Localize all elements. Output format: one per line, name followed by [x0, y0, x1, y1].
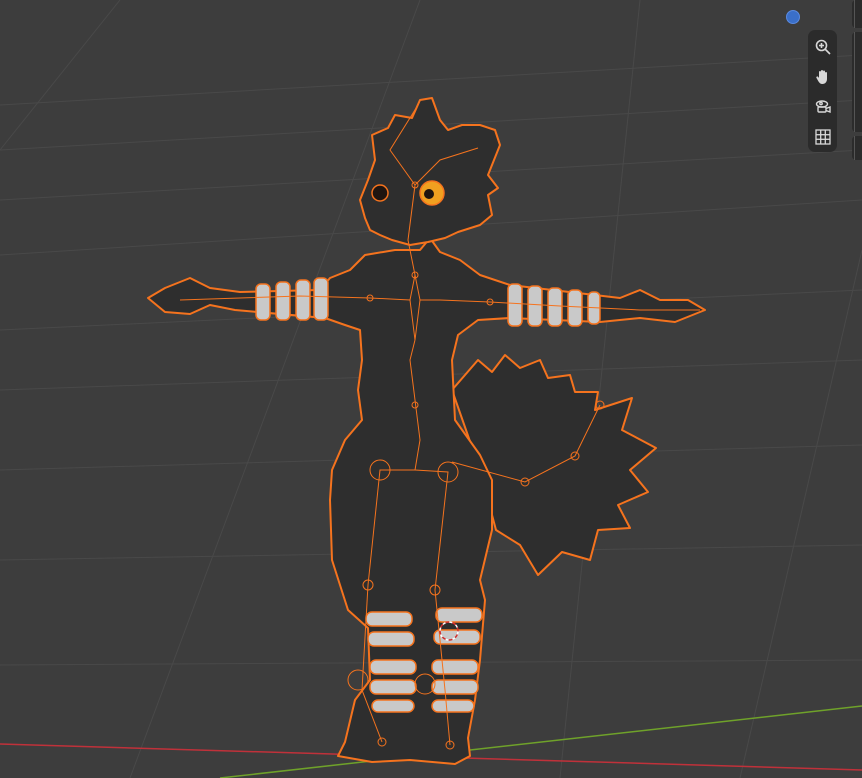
sidebar-tab-top[interactable] [852, 0, 862, 28]
sidebar-tab-middle[interactable] [852, 32, 862, 132]
navigation-toolbar [808, 30, 837, 152]
camera-view-button[interactable] [811, 95, 834, 118]
left-pupil [424, 189, 434, 199]
hand-icon [815, 69, 827, 84]
right-eye [371, 184, 389, 202]
3d-viewport[interactable] [0, 0, 862, 778]
viewport-scene[interactable] [0, 0, 862, 778]
grid-icon [814, 128, 831, 145]
sidebar-tab-bottom[interactable] [852, 136, 862, 160]
zoom-in-icon [815, 39, 831, 55]
orthographic-toggle-button[interactable] [811, 125, 834, 148]
camera-icon [815, 99, 831, 113]
view-axis-z-dot[interactable] [786, 10, 800, 24]
zoom-button[interactable] [811, 35, 834, 58]
pan-button[interactable] [811, 65, 834, 88]
